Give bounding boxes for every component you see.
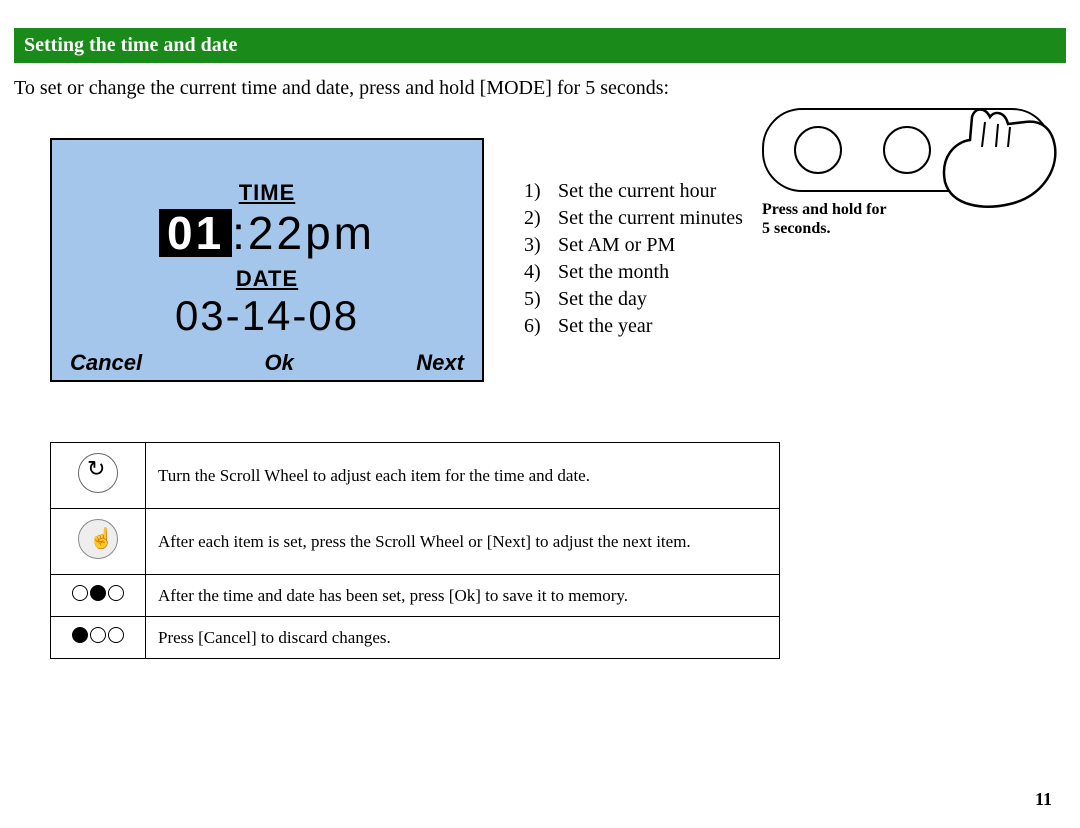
cancel-button-icon: [72, 627, 124, 643]
step-item: 3)Set AM or PM: [524, 232, 743, 259]
date-label: DATE: [236, 266, 298, 292]
hand-press-icon: [930, 102, 1060, 212]
intro-text: To set or change the current time and da…: [14, 77, 1062, 100]
step-item: 2)Set the current minutes: [524, 205, 743, 232]
ok-button-icon: [72, 585, 124, 601]
time-rest: :22pm: [232, 206, 375, 260]
hour-highlight: 01: [159, 209, 232, 257]
table-row: Press [Cancel] to discard changes.: [51, 617, 780, 659]
instruction-cell: Press [Cancel] to discard changes.: [146, 617, 780, 659]
mode-button-diagram: Press and hold for5 seconds.: [762, 108, 1052, 238]
instruction-cell: After the time and date has been set, pr…: [146, 575, 780, 617]
step-item: 6)Set the year: [524, 313, 743, 340]
step-item: 5)Set the day: [524, 286, 743, 313]
table-row: After each item is set, press the Scroll…: [51, 509, 780, 575]
time-label: TIME: [239, 180, 296, 206]
section-header: Setting the time and date: [14, 28, 1066, 63]
instruction-cell: After each item is set, press the Scroll…: [146, 509, 780, 575]
instruction-table: Turn the Scroll Wheel to adjust each ite…: [50, 442, 780, 659]
step-item: 1)Set the current hour: [524, 178, 743, 205]
table-row: After the time and date has been set, pr…: [51, 575, 780, 617]
table-row: Turn the Scroll Wheel to adjust each ite…: [51, 443, 780, 509]
step-item: 4)Set the month: [524, 259, 743, 286]
cancel-button-label: Cancel: [70, 350, 142, 376]
next-button-label: Next: [416, 350, 464, 376]
instruction-cell: Turn the Scroll Wheel to adjust each ite…: [146, 443, 780, 509]
press-wheel-icon: [78, 519, 118, 559]
button1-icon: [794, 126, 842, 174]
ok-button-label: Ok: [265, 350, 294, 376]
scroll-wheel-icon: [78, 453, 118, 493]
lcd-screen: TIME 01:22pm DATE 03-14-08 Cancel Ok Nex…: [50, 138, 484, 382]
time-value: 01:22pm: [159, 206, 375, 260]
button2-icon: [883, 126, 931, 174]
date-value: 03-14-08: [175, 292, 359, 340]
steps-list: 1)Set the current hour 2)Set the current…: [524, 178, 743, 340]
three-button-panel: [762, 108, 1052, 192]
